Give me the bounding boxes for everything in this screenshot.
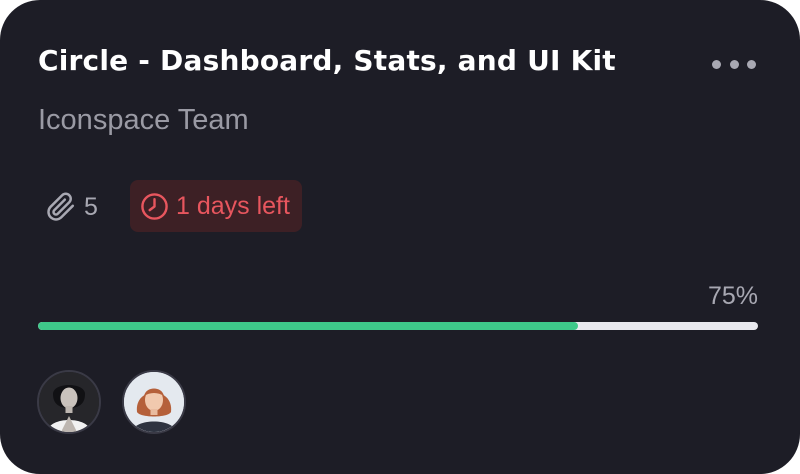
more-dot-icon — [712, 59, 721, 69]
attachment-count: 5 — [84, 192, 98, 221]
progress-fill — [38, 322, 578, 330]
more-dot-icon — [747, 59, 756, 69]
more-dot-icon — [729, 59, 739, 69]
member-avatar-2[interactable] — [122, 370, 186, 434]
attachments-button[interactable]: 5 — [46, 188, 98, 226]
team-name: Iconspace Team — [38, 104, 249, 136]
deadline-badge: 1 days left — [130, 180, 302, 232]
more-options-button[interactable] — [712, 52, 756, 76]
paperclip-icon — [46, 192, 76, 222]
clock-icon — [140, 192, 169, 221]
person-avatar-icon — [39, 372, 99, 432]
progress-bar — [38, 322, 758, 330]
progress-percent: 75% — [707, 282, 758, 310]
card-title: Circle - Dashboard, Stats, and UI Kit — [38, 44, 616, 77]
member-avatar-1[interactable] — [37, 370, 101, 434]
project-card[interactable]: Circle - Dashboard, Stats, and UI Kit Ic… — [0, 0, 800, 474]
deadline-label: 1 days left — [176, 191, 290, 220]
person-avatar-icon — [124, 372, 184, 432]
